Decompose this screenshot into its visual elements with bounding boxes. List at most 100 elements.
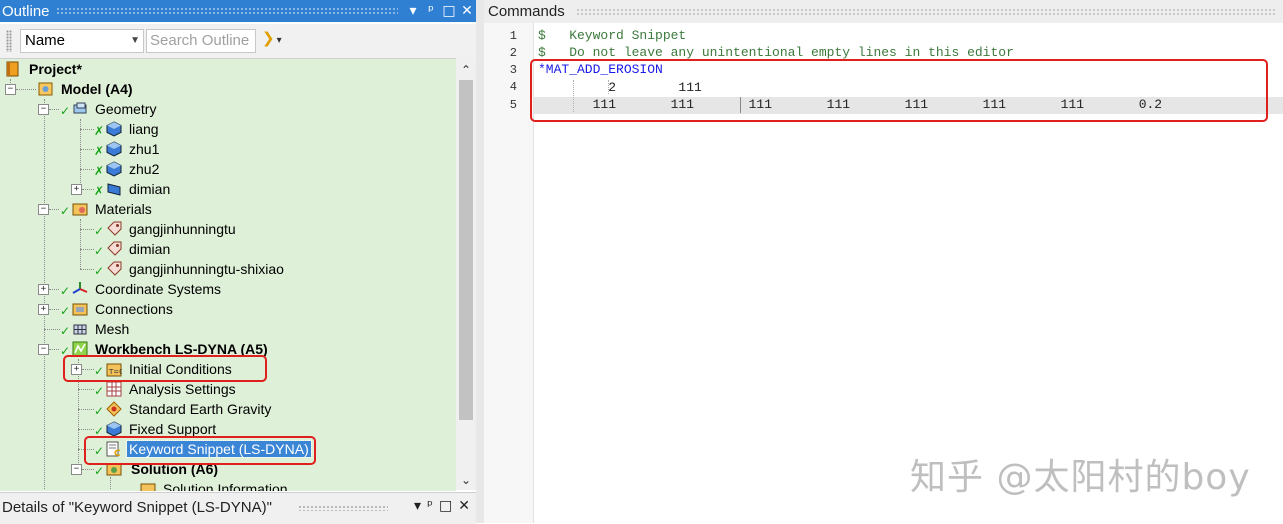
code-line[interactable]: $ Keyword Snippet <box>538 28 686 43</box>
tree-item-body[interactable]: ✗ zhu1 <box>0 139 456 159</box>
panel-splitter[interactable] <box>476 0 484 523</box>
search-options-button[interactable]: ❯ ▾ <box>262 29 282 47</box>
tree-label: Keyword Snippet (LS-DYNA) <box>126 440 312 458</box>
ok-check-icon: ✓ <box>60 304 71 318</box>
tree-item-coordinate-systems[interactable]: + ✓ Coordinate Systems <box>0 279 456 299</box>
tree-label: gangjinhunningtu-shixiao <box>129 261 284 277</box>
tree-item-solution[interactable]: − ✓ Solution (A6) <box>0 459 456 479</box>
material-tag-icon <box>107 261 122 276</box>
expand-icon[interactable]: + <box>71 364 82 375</box>
details-close-icon[interactable]: ✕ <box>458 498 470 514</box>
ok-check-icon: ✓ <box>60 344 71 358</box>
collapse-icon[interactable]: − <box>38 104 49 115</box>
expand-icon[interactable]: + <box>71 184 82 195</box>
expand-icon[interactable]: + <box>38 304 49 315</box>
analysis-settings-icon <box>106 381 122 397</box>
toolbar-drag-handle[interactable] <box>6 30 12 52</box>
tree-label: Model (A4) <box>61 81 133 97</box>
solution-icon <box>106 463 122 476</box>
tree-item-solution-information[interactable]: Solution Information <box>0 477 456 491</box>
outline-pin-icon[interactable]: ᵖ <box>422 3 440 19</box>
project-icon <box>6 61 19 77</box>
details-title: Details of "Keyword Snippet (LS-DYNA)" <box>2 499 272 516</box>
collapse-icon[interactable]: − <box>71 464 82 475</box>
ok-check-icon: ✓ <box>94 404 105 418</box>
collapse-icon[interactable]: − <box>38 204 49 215</box>
code-line[interactable]: $ Do not leave any unintentional empty l… <box>538 45 1014 60</box>
tree-label: Geometry <box>95 101 157 117</box>
search-outline-input[interactable]: Search Outline <box>146 29 256 53</box>
mesh-status-icon: ✗ <box>94 164 105 178</box>
details-menu-icon[interactable]: ▾ <box>414 498 421 514</box>
ok-check-icon: ✓ <box>60 104 71 118</box>
tree-item-geometry[interactable]: − ✓ Geometry <box>0 99 456 119</box>
tree-label: Standard Earth Gravity <box>129 401 272 417</box>
ls-dyna-analysis-icon <box>72 341 88 357</box>
outline-menu-icon[interactable]: ▾ <box>404 3 422 19</box>
code-line[interactable]: *MAT_ADD_EROSION <box>538 62 663 77</box>
code-line[interactable]: 111 111 111 111 111 111 111 0.2 <box>538 97 1163 112</box>
tree-item-analysis[interactable]: − ✓ Workbench LS-DYNA (A5) <box>0 339 456 359</box>
outline-panel: Outline ▾ ᵖ □ ✕ Name ▼ Search Outline ❯ ▾… <box>0 0 476 524</box>
tree-label: liang <box>129 121 159 137</box>
outline-title: Outline <box>2 2 50 20</box>
svg-text:T=0: T=0 <box>108 368 122 376</box>
commands-title: Commands <box>488 3 565 20</box>
tree-item-material[interactable]: ✓ gangjinhunningtu <box>0 219 456 239</box>
tree-item-gravity[interactable]: ✓ Standard Earth Gravity <box>0 399 456 419</box>
tree-item-materials[interactable]: − ✓ Materials <box>0 199 456 219</box>
tree-item-analysis-settings[interactable]: ✓ Analysis Settings <box>0 379 456 399</box>
search-placeholder: Search Outline <box>150 32 250 49</box>
commands-header-grip[interactable] <box>576 8 1276 15</box>
collapse-icon[interactable]: − <box>38 344 49 355</box>
tree-label: Mesh <box>95 321 130 337</box>
gravity-icon <box>106 401 122 417</box>
tree-item-model[interactable]: − Model (A4) <box>0 79 456 99</box>
tree-item-keyword-snippet[interactable]: ✓ C Keyword Snippet (LS-DYNA) <box>0 439 456 459</box>
expand-icon[interactable]: + <box>38 284 49 295</box>
tree-label: zhu1 <box>129 141 160 157</box>
tree-item-fixed-support[interactable]: ✓ Fixed Support <box>0 419 456 439</box>
watermark: 知乎 @太阳村的boy <box>910 457 1251 498</box>
tree-label: Materials <box>95 201 152 217</box>
outline-close-icon[interactable]: ✕ <box>458 3 476 19</box>
ok-check-icon: ✓ <box>94 384 105 398</box>
tree-item-body[interactable]: + ✗ dimian <box>0 179 456 199</box>
tree-item-project[interactable]: Project* <box>0 59 456 79</box>
body-icon <box>106 141 122 157</box>
solution-information-icon <box>140 483 156 491</box>
search-options-chevron-icon: ▾ <box>276 35 282 46</box>
mesh-icon <box>73 324 87 335</box>
tree-item-body[interactable]: ✗ zhu2 <box>0 159 456 179</box>
tree-item-connections[interactable]: + ✓ Connections <box>0 299 456 319</box>
outline-maximize-icon[interactable]: □ <box>440 3 458 19</box>
material-tag-icon <box>107 221 122 236</box>
code-line[interactable]: 2 111 <box>538 80 702 95</box>
tree-item-material[interactable]: ✓ gangjinhunningtu-shixiao <box>0 259 456 279</box>
tree-item-body[interactable]: ✗ liang <box>0 119 456 139</box>
outline-header-grip[interactable] <box>55 7 398 15</box>
tree-item-initial-conditions[interactable]: + ✓ T=0 Initial Conditions <box>0 359 456 379</box>
details-pin-icon[interactable]: ᵖ <box>427 498 433 514</box>
collapse-icon[interactable]: − <box>5 84 16 95</box>
details-header-grip[interactable] <box>298 505 388 511</box>
scroll-down-icon[interactable]: ⌄ <box>456 470 476 490</box>
outline-scrollbar[interactable]: ⌃ ⌄ <box>456 58 476 490</box>
sort-select-value: Name <box>25 32 66 49</box>
line-number: 3 <box>509 63 517 77</box>
body-icon <box>106 161 122 177</box>
tree-item-mesh[interactable]: ✓ Mesh <box>0 319 456 339</box>
tree-label: Initial Conditions <box>129 361 232 377</box>
scroll-thumb[interactable] <box>459 80 473 420</box>
tree-item-material[interactable]: ✓ dimian <box>0 239 456 259</box>
ok-check-icon: ✓ <box>94 444 105 458</box>
scroll-up-icon[interactable]: ⌃ <box>456 60 476 80</box>
tree-label: Solution Information <box>163 481 288 491</box>
line-number: 1 <box>509 29 517 43</box>
sort-select[interactable]: Name ▼ <box>20 29 144 53</box>
tree-label: Solution (A6) <box>131 461 219 477</box>
ok-check-icon: ✓ <box>60 324 71 338</box>
commands-header: Commands <box>484 0 1283 23</box>
details-maximize-icon[interactable]: □ <box>439 498 452 514</box>
line-number: 5 <box>509 98 517 112</box>
